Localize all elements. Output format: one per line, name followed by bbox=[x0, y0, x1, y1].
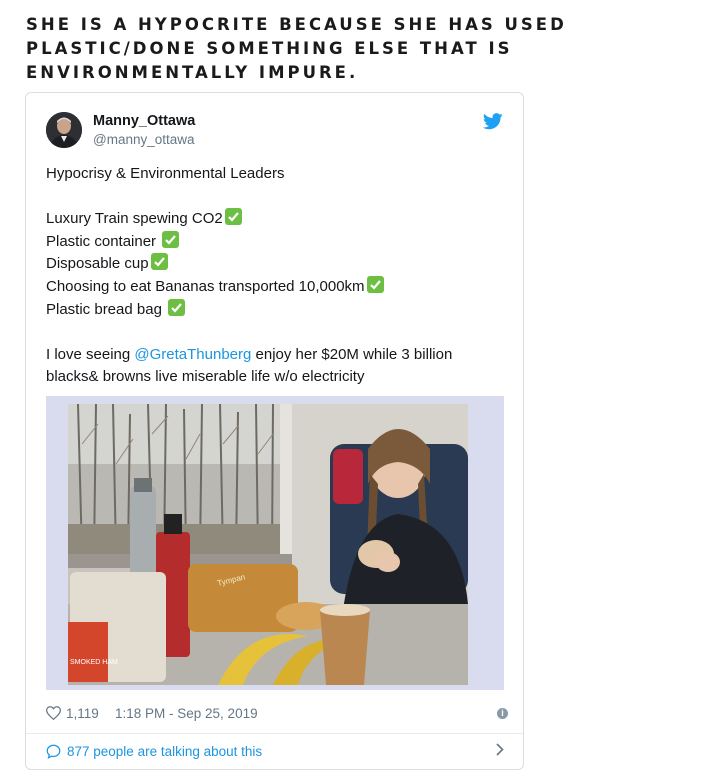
like-count[interactable]: 1,119 bbox=[66, 706, 99, 721]
talking-count[interactable]: 877 people are talking about this bbox=[67, 744, 262, 759]
divider bbox=[26, 733, 523, 734]
user-handle[interactable]: @manny_ottawa bbox=[93, 132, 195, 147]
avatar[interactable] bbox=[46, 112, 82, 148]
check-mark-icon bbox=[366, 275, 384, 293]
check-mark-icon bbox=[162, 230, 180, 248]
jar-label-word: SMOKED HAM bbox=[70, 659, 118, 666]
closing-line: blacks& browns live miserable life w/o e… bbox=[46, 368, 365, 386]
closing-text: I love seeing bbox=[46, 345, 135, 363]
closing-line: I love seeing @GretaThunberg enjoy her $… bbox=[46, 344, 506, 367]
checklist-item: Plastic bread bag bbox=[46, 298, 506, 322]
heart-icon[interactable] bbox=[45, 706, 62, 723]
checklist-item: Disposable cup bbox=[46, 253, 506, 276]
tweet-media[interactable]: SMOKED HAM Tympan bbox=[46, 396, 504, 690]
chevron-right-icon[interactable] bbox=[496, 743, 504, 759]
check-mark-icon bbox=[150, 253, 168, 271]
mention-link[interactable]: @GretaThunberg bbox=[134, 346, 251, 363]
check-mark-icon bbox=[224, 208, 242, 226]
checklist-item-text: Choosing to eat Bananas transported 10,0… bbox=[46, 277, 365, 295]
twitter-bird-icon[interactable] bbox=[482, 113, 503, 131]
article-headline: SHE IS A HYPOCRITE BECAUSE SHE HAS USED … bbox=[26, 15, 567, 82]
checklist-item: Plastic container bbox=[46, 230, 506, 254]
checklist-item-text: Plastic container bbox=[46, 232, 161, 250]
train-photo[interactable]: SMOKED HAM Tympan bbox=[68, 404, 468, 685]
checklist-item: Luxury Train spewing CO2 bbox=[46, 208, 506, 231]
checklist-item-text: Disposable cup bbox=[46, 255, 149, 273]
display-name[interactable]: Manny_Ottawa bbox=[93, 113, 195, 129]
info-icon[interactable]: i bbox=[497, 708, 508, 719]
speech-bubble-icon bbox=[46, 744, 61, 762]
tweet-body: Hypocrisy & Environmental Leaders Luxury… bbox=[46, 163, 506, 389]
check-mark-icon bbox=[168, 298, 186, 316]
embedded-tweet[interactable]: Manny_Ottawa @manny_ottawa Hypocrisy & E… bbox=[25, 92, 524, 770]
conversation-link[interactable]: 877 people are talking about this bbox=[46, 741, 506, 763]
checklist-item-text: Luxury Train spewing CO2 bbox=[46, 210, 223, 228]
tweet-title-line: Hypocrisy & Environmental Leaders bbox=[46, 165, 285, 182]
checklist-item-text: Plastic bread bag bbox=[46, 300, 167, 318]
checklist-item: Choosing to eat Bananas transported 10,0… bbox=[46, 275, 506, 299]
closing-text: enjoy her $20M while 3 billion bbox=[251, 345, 453, 363]
tweet-meta: 1,119 1:18 PM - Sep 25, 2019 i bbox=[45, 705, 508, 725]
tweet-timestamp[interactable]: 1:18 PM - Sep 25, 2019 bbox=[115, 706, 258, 721]
